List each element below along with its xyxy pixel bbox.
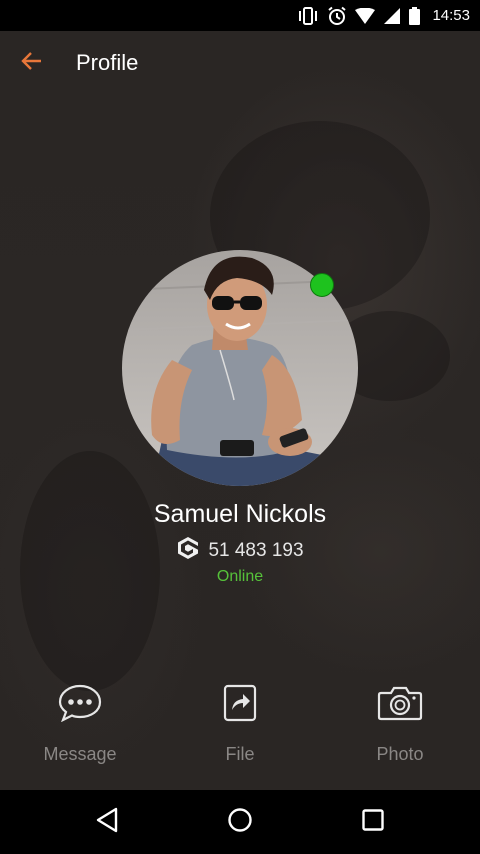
user-status: Online — [216, 568, 264, 585]
recents-square-icon — [361, 808, 385, 837]
photo-button[interactable]: Photo — [320, 680, 480, 775]
nav-back-button[interactable] — [47, 790, 167, 854]
status-time: 14:53 — [432, 7, 470, 24]
vibrate-icon — [297, 6, 319, 25]
share-file-icon — [223, 684, 257, 727]
back-triangle-icon — [95, 807, 119, 838]
page-title: Profile — [76, 50, 139, 75]
user-name: Samuel Nickols — [153, 500, 327, 528]
chat-bubble-icon — [58, 684, 102, 727]
user-id-row: 51 483 193 — [0, 536, 480, 565]
wifi-icon — [355, 7, 376, 24]
camera-icon — [377, 684, 423, 727]
app-bar: Profile — [0, 31, 480, 95]
profile-screen: 14:53 Profile Samuel Nickols 51 483 193 … — [0, 0, 480, 854]
nav-recents-button[interactable] — [313, 790, 433, 854]
home-circle-icon — [227, 807, 253, 838]
user-id-number: 51 483 193 — [208, 539, 304, 561]
photo-label: Photo — [376, 744, 424, 764]
battery-icon — [409, 6, 421, 25]
status-bar: 14:53 — [0, 0, 480, 31]
signal-icon — [383, 7, 401, 25]
navigation-bar — [0, 790, 480, 854]
online-presence-dot — [310, 273, 334, 297]
arrow-left-icon — [21, 51, 43, 76]
message-button[interactable]: Message — [0, 680, 160, 775]
file-button[interactable]: File — [160, 680, 320, 775]
nav-home-button[interactable] — [180, 790, 300, 854]
profile-actions: Message File Photo — [0, 680, 480, 775]
back-button[interactable] — [0, 31, 64, 95]
alarm-icon — [327, 6, 347, 26]
file-label: File — [225, 744, 255, 764]
message-label: Message — [43, 744, 117, 764]
app-logo-icon — [176, 536, 200, 565]
